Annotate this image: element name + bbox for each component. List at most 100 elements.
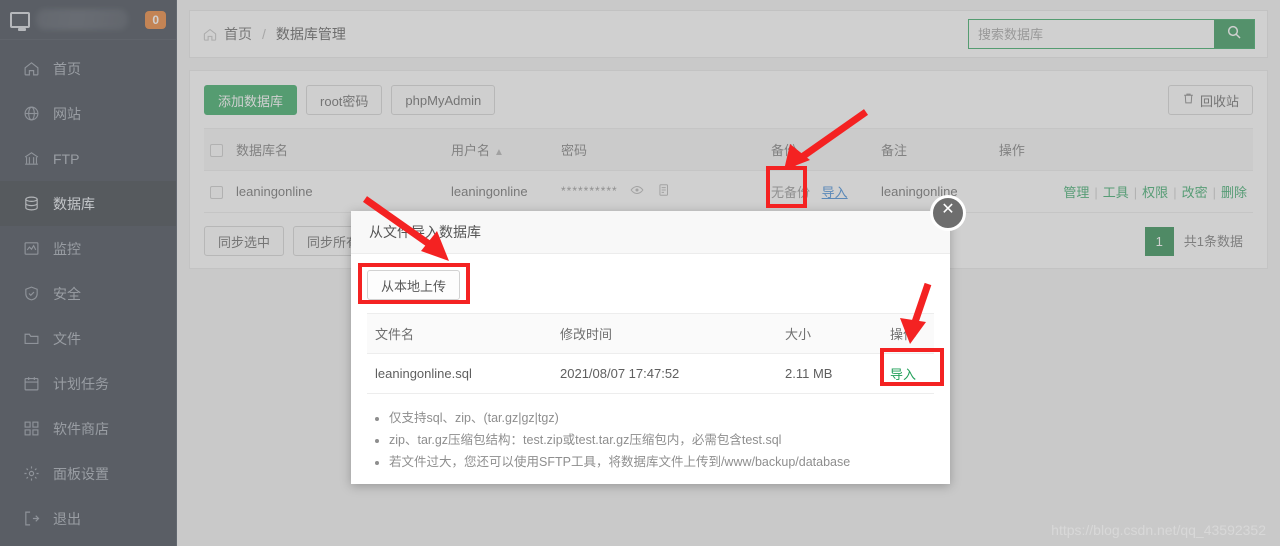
breadcrumb-home-link[interactable]: 首页 xyxy=(224,24,252,44)
column-db-name[interactable]: 数据库名 xyxy=(230,128,445,171)
pagination: 1 共1条数据 xyxy=(1144,226,1253,256)
ftp-icon xyxy=(23,150,40,167)
copy-icon[interactable] xyxy=(657,184,671,200)
home-icon xyxy=(202,27,218,42)
sidebar-item-label: 退出 xyxy=(53,510,81,527)
cell-size: 2.11 MB xyxy=(777,353,882,394)
breadcrumb: 首页 / 数据库管理 xyxy=(189,10,1268,58)
sidebar-item-ftp[interactable]: FTP xyxy=(0,136,176,181)
eye-icon[interactable] xyxy=(630,185,648,200)
tools-link[interactable]: 工具 xyxy=(1103,185,1129,200)
column-user-name[interactable]: 用户名 ▲ xyxy=(445,128,555,171)
calendar-icon xyxy=(23,375,40,392)
sidebar-item-label: FTP xyxy=(53,150,80,167)
sidebar-item-label: 计划任务 xyxy=(53,375,109,392)
cell-file-ops: 导入 xyxy=(882,353,934,394)
cell-modified-time: 2021/08/07 17:47:52 xyxy=(552,353,777,394)
database-table: 数据库名 用户名 ▲ 密码 备份 备注 操作 leaningonline lea… xyxy=(204,128,1253,213)
cell-file-name: leaningonline.sql xyxy=(367,353,552,394)
manage-link[interactable]: 管理 xyxy=(1063,185,1089,200)
breadcrumb-separator: / xyxy=(262,26,266,42)
column-file-name: 文件名 xyxy=(367,313,552,354)
close-icon[interactable]: ✕ xyxy=(930,195,966,231)
ops-divider: | xyxy=(1094,185,1098,200)
sidebar-nav: 首页 网站 FTP 数据库 监控 安全 文件 计划任务 软件商店 面板设置 退出 xyxy=(0,40,176,541)
sidebar-item-database[interactable]: 数据库 xyxy=(0,181,176,226)
select-all-header xyxy=(204,128,230,171)
globe-icon xyxy=(23,105,40,122)
monitor-chart-icon xyxy=(23,240,40,257)
column-password[interactable]: 密码 xyxy=(555,128,765,171)
search-box xyxy=(968,19,1255,49)
shield-icon xyxy=(23,285,40,302)
sort-asc-icon: ▲ xyxy=(494,147,504,158)
backup-status: 无备份 xyxy=(771,185,811,200)
row-checkbox[interactable] xyxy=(210,186,223,200)
sync-selected-button[interactable]: 同步选中 xyxy=(204,226,285,256)
trash-icon xyxy=(1182,92,1195,108)
column-backup[interactable]: 备份 xyxy=(765,128,875,171)
change-password-link[interactable]: 改密 xyxy=(1182,185,1208,200)
import-database-modal: ✕ 从文件导入数据库 从本地上传 文件名 修改时间 大小 操作 leaningo… xyxy=(351,195,966,484)
page-1-button[interactable]: 1 xyxy=(1144,226,1174,256)
monitor-icon xyxy=(10,11,30,31)
column-ops: 操作 xyxy=(992,128,1253,171)
modal-title: 从文件导入数据库 xyxy=(351,211,950,254)
notification-badge[interactable]: 0 xyxy=(145,10,166,29)
cell-db-name: leaningonline xyxy=(230,170,445,213)
search-input[interactable] xyxy=(969,20,1214,48)
select-all-checkbox[interactable] xyxy=(210,144,223,158)
sidebar-brand[interactable]: 0 xyxy=(0,0,176,40)
sidebar-item-security[interactable]: 安全 xyxy=(0,271,176,316)
ops-divider: | xyxy=(1212,185,1216,200)
column-remark[interactable]: 备注 xyxy=(875,128,993,171)
recycle-bin-label: 回收站 xyxy=(1199,93,1239,109)
permission-link[interactable]: 权限 xyxy=(1142,185,1168,200)
import-link[interactable]: 导入 xyxy=(822,185,848,200)
toolbar: 添加数据库 root密码 phpMyAdmin 回收站 xyxy=(204,85,1253,115)
sidebar-item-appstore[interactable]: 软件商店 xyxy=(0,406,176,451)
grid-icon xyxy=(23,420,40,437)
search-icon xyxy=(1226,24,1242,45)
sidebar-item-website[interactable]: 网站 xyxy=(0,91,176,136)
folder-icon xyxy=(23,330,40,347)
tip-item: 若文件过大，您还可以使用SFTP工具，将数据库文件上传到/www/backup/… xyxy=(389,451,934,473)
home-icon xyxy=(23,60,40,77)
account-name-redacted xyxy=(36,9,128,30)
gear-icon xyxy=(23,465,40,482)
file-table-header-row: 文件名 修改时间 大小 操作 xyxy=(367,313,934,354)
password-mask: ********** xyxy=(561,183,618,198)
row-select-cell xyxy=(204,170,230,213)
sidebar: 0 首页 网站 FTP 数据库 监控 安全 文件 计划任务 软件商店 面板设置 … xyxy=(0,0,177,546)
sidebar-item-files[interactable]: 文件 xyxy=(0,316,176,361)
logout-icon xyxy=(23,510,40,527)
sidebar-item-cron[interactable]: 计划任务 xyxy=(0,361,176,406)
cell-user-name: leaningonline xyxy=(445,170,555,213)
cell-password: ********** xyxy=(555,170,765,213)
phpmyadmin-button[interactable]: phpMyAdmin xyxy=(391,85,496,115)
sidebar-item-logout[interactable]: 退出 xyxy=(0,496,176,541)
recycle-bin-button[interactable]: 回收站 xyxy=(1167,85,1253,115)
root-password-button[interactable]: root密码 xyxy=(306,85,383,115)
sidebar-item-monitor[interactable]: 监控 xyxy=(0,226,176,271)
add-database-button[interactable]: 添加数据库 xyxy=(204,85,298,115)
sidebar-item-label: 软件商店 xyxy=(53,420,109,437)
column-size: 大小 xyxy=(777,313,882,354)
sidebar-item-label: 网站 xyxy=(53,105,81,122)
sidebar-item-label: 安全 xyxy=(53,285,81,302)
file-import-link[interactable]: 导入 xyxy=(890,367,916,382)
sidebar-item-settings[interactable]: 面板设置 xyxy=(0,451,176,496)
file-table-row: leaningonline.sql 2021/08/07 17:47:52 2.… xyxy=(367,353,934,394)
tips-list: 仅支持sql、zip、(tar.gz|gz|tgz) zip、tar.gz压缩包… xyxy=(389,407,934,473)
delete-link[interactable]: 删除 xyxy=(1221,185,1247,200)
modal-body: 从本地上传 文件名 修改时间 大小 操作 leaningonline.sql 2… xyxy=(351,254,950,473)
cell-backup: 无备份 导入 xyxy=(765,170,875,213)
search-button[interactable] xyxy=(1214,20,1254,48)
sidebar-item-label: 监控 xyxy=(53,240,81,257)
upload-from-local-button[interactable]: 从本地上传 xyxy=(367,270,461,300)
sidebar-item-label: 数据库 xyxy=(53,195,95,212)
ops-divider: | xyxy=(1133,185,1138,200)
tip-item: zip、tar.gz压缩包结构：test.zip或test.tar.gz压缩包内… xyxy=(389,429,934,451)
sidebar-item-home[interactable]: 首页 xyxy=(0,46,176,91)
watermark: https://blog.csdn.net/qq_43592352 xyxy=(1051,522,1266,538)
